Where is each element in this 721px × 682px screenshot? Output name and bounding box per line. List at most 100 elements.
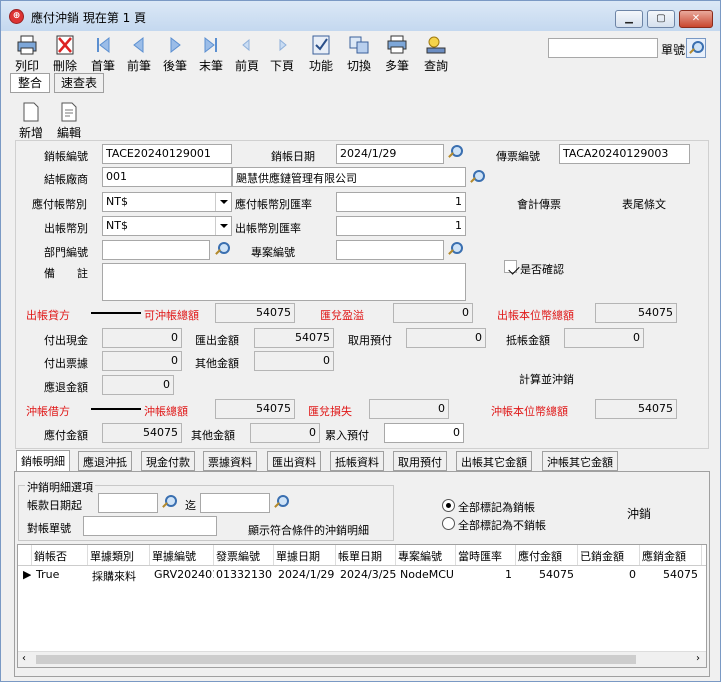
project-field[interactable] — [336, 240, 444, 260]
detail-options-title: 沖銷明細選項 — [25, 479, 95, 495]
scroll-right-icon[interactable]: › — [696, 653, 700, 664]
table-cell[interactable]: 0 — [578, 566, 640, 585]
table-cell[interactable]: 2024/3/25 — [336, 566, 396, 585]
column-header[interactable]: 應付金額 — [516, 545, 578, 565]
first-record-button[interactable]: 首筆 — [86, 34, 120, 74]
ap-rate-field[interactable]: 1 — [336, 192, 466, 212]
table-cell[interactable]: GRV202401 — [150, 566, 214, 585]
column-header[interactable]: 帳單日期 — [336, 545, 396, 565]
next-record-button[interactable]: 後筆 — [158, 34, 192, 74]
minimize-button[interactable]: ▁ — [615, 10, 643, 28]
tab-notes-data[interactable]: 票據資料 — [203, 451, 257, 471]
ap-currency-value: NT$ — [106, 195, 128, 208]
query-button[interactable]: 查詢 — [419, 34, 453, 74]
detail-grid[interactable]: 銷帳否 單據類別 單據編號 發票編號 單據日期 帳單日期 專案編號 當時匯率 應… — [17, 544, 707, 668]
table-cell[interactable]: 1 — [456, 566, 516, 585]
remark-field[interactable] — [102, 263, 466, 301]
tab-offset-data[interactable]: 抵帳資料 — [330, 451, 384, 471]
remark-label: 備 註 — [44, 267, 88, 280]
tab-remit-data[interactable]: 匯出資料 — [267, 451, 321, 471]
project-lookup-icon[interactable] — [447, 241, 463, 257]
tab-out-other-amount[interactable]: 出帳其它金額 — [456, 451, 532, 471]
ap-currency-select[interactable]: NT$ — [102, 192, 232, 212]
out-currency-select[interactable]: NT$ — [102, 216, 232, 236]
chevron-down-icon[interactable] — [215, 217, 231, 235]
last-record-button[interactable]: 末筆 — [194, 34, 228, 74]
previous-page-button[interactable]: 前頁 — [230, 34, 264, 74]
vendor-name-field[interactable]: 颶慧供應鏈管理有限公司 — [232, 167, 466, 187]
chevron-down-icon[interactable] — [215, 193, 231, 211]
cash-paid-field[interactable]: 0 — [102, 328, 182, 348]
column-header[interactable]: 專案編號 — [396, 545, 456, 565]
close-button[interactable]: ✕ — [679, 10, 713, 28]
tab-use-prepaid[interactable]: 取用預付 — [393, 451, 447, 471]
offset-button[interactable]: 沖銷 — [627, 505, 651, 522]
date-to-picker-icon[interactable] — [273, 494, 289, 510]
horizontal-scrollbar[interactable]: ‹ › — [18, 651, 706, 667]
app-logo-icon: ⊕ — [9, 9, 24, 24]
tab-quick-view[interactable]: 速查表 — [54, 73, 104, 93]
new-button[interactable]: 新增 — [14, 101, 48, 141]
column-header[interactable]: 銷帳否 — [32, 545, 88, 565]
doc-date-field[interactable]: 2024/1/29 — [336, 144, 444, 164]
offset-total-label: 抵帳金額 — [506, 334, 550, 347]
print-button[interactable]: 列印 — [10, 34, 44, 74]
date-to-field[interactable] — [200, 493, 270, 513]
previous-record-button[interactable]: 前筆 — [122, 34, 156, 74]
accounting-voucher-link[interactable]: 會計傳票 — [517, 196, 561, 212]
mark-all-radio[interactable] — [442, 499, 455, 512]
edit-button[interactable]: 編輯 — [52, 101, 86, 141]
doc-no-field[interactable]: TACE20240129001 — [102, 144, 232, 164]
footer-text-link[interactable]: 表尾條文 — [622, 196, 666, 212]
ap-rate-label: 應付帳幣別匯率 — [235, 198, 312, 211]
debit-base-total-field: 54075 — [595, 399, 677, 419]
calc-offset-button[interactable]: 計算並沖銷 — [519, 371, 574, 387]
unmark-all-radio[interactable] — [442, 517, 455, 530]
delete-button[interactable]: 刪除 — [48, 34, 82, 74]
column-header[interactable]: 應銷金額 — [640, 545, 702, 565]
doc-filter-field[interactable] — [83, 516, 217, 536]
tab-debit-other-amount[interactable]: 沖帳其它金額 — [542, 451, 618, 471]
table-cell[interactable]: True — [32, 566, 88, 585]
add-prepaid-field[interactable]: 0 — [384, 423, 464, 443]
search-label: 單號 — [661, 43, 686, 57]
column-header[interactable]: 單據日期 — [274, 545, 336, 565]
table-cell[interactable]: 54075 — [640, 566, 702, 585]
table-cell[interactable]: 採購來料 — [88, 566, 150, 585]
search-button[interactable] — [686, 38, 706, 58]
column-header[interactable]: 單據類別 — [88, 545, 150, 565]
mark-all-label: 全部標記為銷帳 — [458, 501, 535, 514]
tab-refund-offset[interactable]: 應退沖抵 — [78, 451, 132, 471]
column-header[interactable]: 已銷金額 — [578, 545, 640, 565]
maximize-button[interactable]: ▢ — [647, 10, 675, 28]
column-header[interactable]: 發票編號 — [214, 545, 274, 565]
scrollbar-thumb[interactable] — [36, 655, 636, 664]
next-page-button[interactable]: 下頁 — [265, 34, 299, 74]
multi-record-button[interactable]: 多筆 — [380, 34, 414, 74]
tab-offset-details[interactable]: 銷帳明細 — [16, 450, 70, 472]
date-from-picker-icon[interactable] — [161, 494, 177, 510]
filter-button[interactable]: 顯示符合條件的沖銷明細 — [248, 522, 369, 538]
column-header[interactable]: 當時匯率 — [456, 545, 516, 565]
confirmed-checkbox[interactable] — [504, 260, 517, 273]
table-cell[interactable]: NodeMCU — [396, 566, 456, 585]
out-rate-field[interactable]: 1 — [336, 216, 466, 236]
dept-lookup-icon[interactable] — [214, 241, 230, 257]
scroll-left-icon[interactable]: ‹ — [22, 653, 26, 664]
dept-field[interactable] — [102, 240, 210, 260]
table-cell[interactable]: 2024/1/29 — [274, 566, 336, 585]
switch-button[interactable]: 切換 — [342, 34, 376, 74]
debit-base-total-label: 沖帳本位幣總額 — [491, 405, 568, 418]
date-from-field[interactable] — [98, 493, 158, 513]
function-button[interactable]: 功能 — [304, 34, 338, 74]
search-input[interactable] — [548, 38, 658, 58]
tab-integrated[interactable]: 整合 — [10, 73, 50, 93]
table-cell[interactable]: 01332130 — [214, 566, 274, 585]
date-picker-icon[interactable] — [447, 144, 463, 160]
voucher-field[interactable]: TACA20240129003 — [559, 144, 690, 164]
column-header[interactable]: 單據編號 — [150, 545, 214, 565]
vendor-lookup-icon[interactable] — [469, 169, 485, 185]
table-cell[interactable]: 54075 — [516, 566, 578, 585]
tab-cash-payment[interactable]: 現金付款 — [141, 451, 195, 471]
vendor-code-field[interactable]: 001 — [102, 167, 232, 187]
